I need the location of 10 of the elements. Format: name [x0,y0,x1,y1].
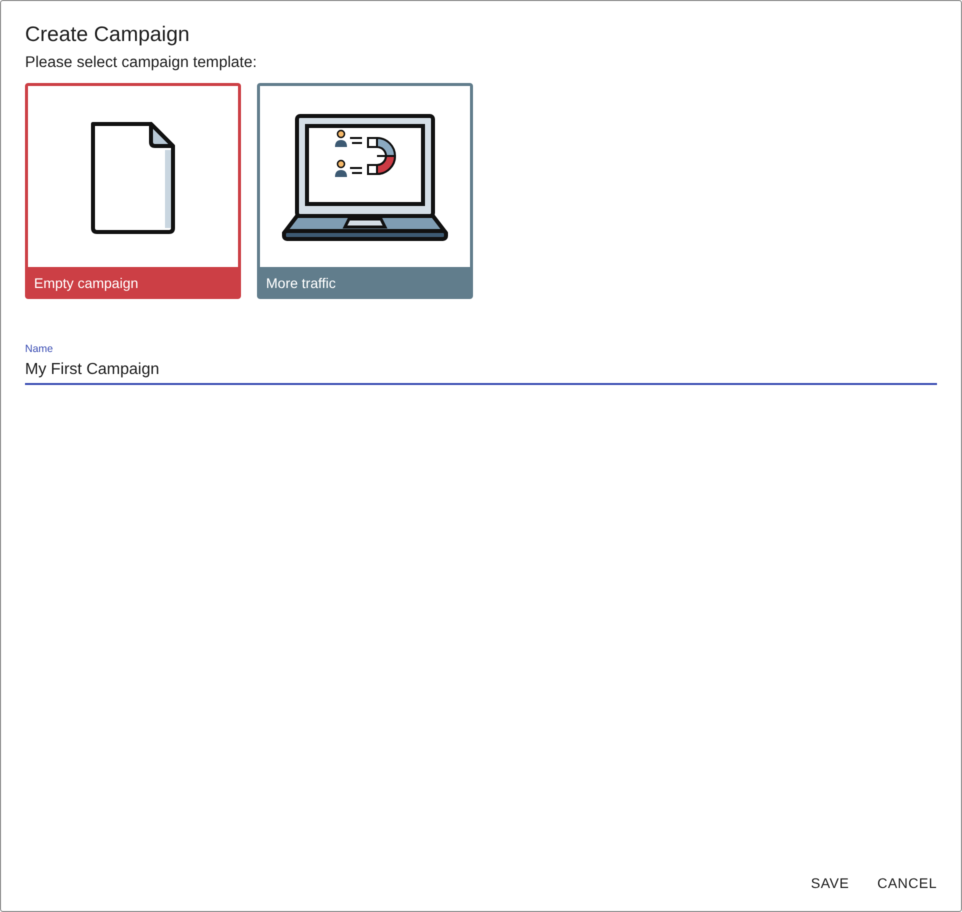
name-field[interactable]: My First Campaign [25,361,937,385]
document-icon [89,120,177,234]
field-label: Name [25,343,54,355]
cancel-button[interactable]: CANCEL [867,867,947,899]
dialog-subtitle: Please select campaign template: [25,53,258,73]
template-card[interactable]: Empty campaign [25,83,241,299]
save-button[interactable]: SAVE [800,867,860,899]
template-card[interactable]: More traffic [257,83,473,299]
dialog-title: Create Campaign [25,22,191,48]
laptop-icon [282,112,448,240]
